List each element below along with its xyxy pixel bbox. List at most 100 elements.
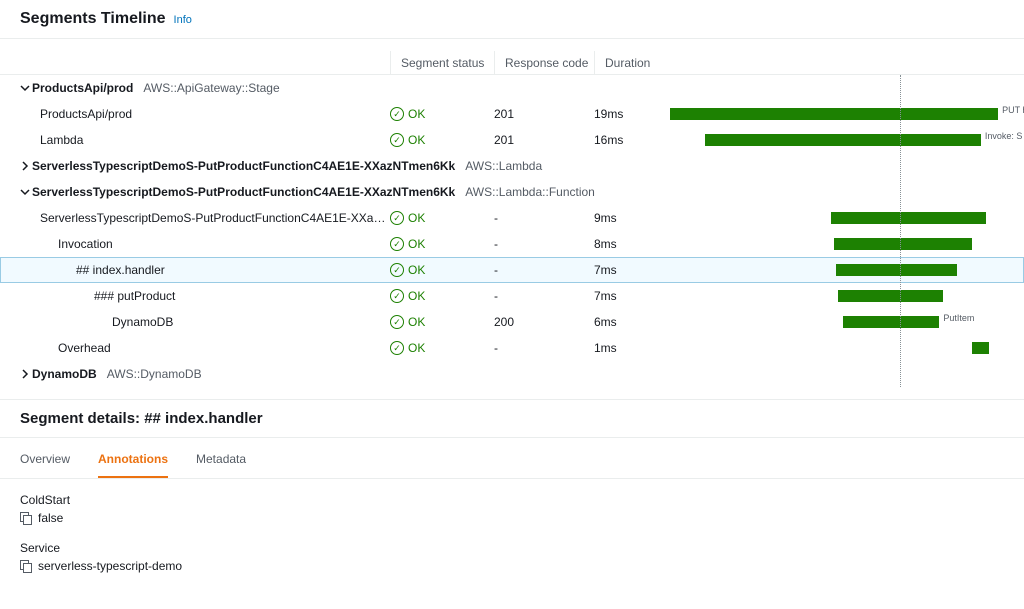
segment-group[interactable]: ServerlessTypescriptDemoS-PutProductFunc… [0, 179, 1024, 205]
status-ok-icon [390, 341, 404, 355]
segment-status: OK [390, 133, 494, 147]
segment-status: OK [390, 341, 494, 355]
segment-bar [836, 264, 957, 276]
segment-row[interactable]: ProductsApi/prodOK20119msPUT http [0, 101, 1024, 127]
segment-duration: 7ms [594, 263, 670, 277]
tab-overview[interactable]: Overview [20, 452, 70, 478]
segment-group[interactable]: ServerlessTypescriptDemoS-PutProductFunc… [0, 153, 1024, 179]
segment-response: - [494, 289, 594, 303]
segment-bar-cell [670, 205, 1024, 231]
segment-status: OK [390, 237, 494, 251]
segment-status: OK [390, 289, 494, 303]
segment-name: Invocation [0, 237, 390, 251]
segment-bar-cell [670, 283, 1024, 309]
segment-row[interactable]: LambdaOK20116ms Invoke: S [0, 127, 1024, 153]
segment-bar [843, 316, 940, 328]
segment-response: - [494, 341, 594, 355]
segment-bar-label: PUT http [1002, 105, 1024, 115]
segment-duration: 16ms [594, 133, 670, 147]
copy-icon[interactable] [20, 560, 32, 572]
page-title: Segments Timeline [20, 10, 166, 28]
segment-bar [834, 238, 972, 250]
segment-status: OK [390, 107, 494, 121]
segment-status: OK [390, 211, 494, 225]
annotation-value: serverless-typescript-demo [38, 559, 182, 573]
tab-metadata[interactable]: Metadata [196, 452, 246, 478]
col-duration: Duration [605, 56, 650, 70]
copy-icon[interactable] [20, 512, 32, 524]
segment-response: - [494, 211, 594, 225]
segment-bar-cell [670, 231, 1024, 257]
segment-name: ServerlessTypescriptDemoS-PutProductFunc… [0, 211, 390, 225]
segment-group[interactable]: DynamoDB AWS::DynamoDB [0, 361, 1024, 387]
segment-bar-label: PutItem [943, 313, 974, 323]
segment-duration: 19ms [594, 107, 670, 121]
segment-status: OK [390, 263, 494, 277]
segment-bar [972, 342, 989, 354]
segment-row[interactable]: OverheadOK-1ms [0, 335, 1024, 361]
info-link[interactable]: Info [174, 14, 192, 26]
segment-duration: 7ms [594, 289, 670, 303]
timeline-columns-header: Segment status Response code Duration 0.… [0, 51, 1024, 75]
expand-icon[interactable] [20, 369, 32, 379]
expand-icon[interactable] [20, 187, 32, 197]
segment-bar [838, 290, 943, 302]
tab-annotations[interactable]: Annotations [98, 452, 168, 478]
segment-status: OK [390, 315, 494, 329]
segment-bar [670, 108, 998, 120]
group-type: AWS::DynamoDB [107, 367, 202, 381]
group-title: ServerlessTypescriptDemoS-PutProductFunc… [32, 185, 455, 199]
segment-group[interactable]: ProductsApi/prod AWS::ApiGateway::Stage [0, 75, 1024, 101]
segment-row[interactable]: InvocationOK-8ms [0, 231, 1024, 257]
segment-name: DynamoDB [0, 315, 390, 329]
group-title: ProductsApi/prod [32, 81, 133, 95]
group-type: AWS::ApiGateway::Stage [143, 81, 279, 95]
segment-bar-label: Invoke: S [985, 131, 1023, 141]
status-ok-icon [390, 211, 404, 225]
expand-icon[interactable] [20, 161, 32, 171]
annotation-value: false [38, 511, 63, 525]
segment-duration: 6ms [594, 315, 670, 329]
annotations-body: ColdStartfalseServiceserverless-typescri… [0, 479, 1024, 609]
status-ok-icon [390, 133, 404, 147]
status-ok-icon [390, 263, 404, 277]
col-status: Segment status [401, 56, 484, 70]
annotation-value-row: false [20, 511, 1004, 525]
details-tabs: Overview Annotations Metadata [0, 438, 1024, 479]
segment-name: ProductsApi/prod [0, 107, 390, 121]
segment-duration: 1ms [594, 341, 670, 355]
segment-bar-cell: PUT http [670, 101, 1024, 127]
annotation-key: ColdStart [20, 493, 1004, 507]
segment-bar-cell: PutItem [670, 309, 1024, 335]
group-type: AWS::Lambda [465, 159, 542, 173]
segment-name: Lambda [0, 133, 390, 147]
segment-bar-cell: Invoke: S [670, 127, 1024, 153]
timeline-panel: Segment status Response code Duration 0.… [0, 39, 1024, 399]
segment-row[interactable]: ## index.handlerOK-7ms [0, 257, 1024, 283]
segment-name: ### putProduct [0, 289, 390, 303]
segment-response: 201 [494, 133, 594, 147]
segment-duration: 8ms [594, 237, 670, 251]
segment-row[interactable]: ### putProductOK-7ms [0, 283, 1024, 309]
col-response: Response code [505, 56, 588, 70]
group-type: AWS::Lambda::Function [465, 185, 595, 199]
annotation-value-row: serverless-typescript-demo [20, 559, 1004, 573]
segment-response: - [494, 237, 594, 251]
segment-name: Overhead [0, 341, 390, 355]
segment-response: 200 [494, 315, 594, 329]
expand-icon[interactable] [20, 83, 32, 93]
segment-row[interactable]: ServerlessTypescriptDemoS-PutProductFunc… [0, 205, 1024, 231]
segment-details-header: Segment details: ## index.handler [0, 399, 1024, 438]
segment-row[interactable]: DynamoDBOK2006ms PutItem [0, 309, 1024, 335]
timeline-body: ProductsApi/prodAWS::ApiGateway::StagePr… [0, 75, 1024, 387]
segment-bar-cell [670, 257, 1024, 283]
status-ok-icon [390, 107, 404, 121]
segment-bar [705, 134, 981, 146]
group-title: DynamoDB [32, 367, 97, 381]
group-title: ServerlessTypescriptDemoS-PutProductFunc… [32, 159, 455, 173]
segment-details-title: Segment details: ## index.handler [20, 410, 1004, 427]
segment-bar-cell [670, 335, 1024, 361]
segment-bar [831, 212, 986, 224]
segment-response: - [494, 263, 594, 277]
segment-name: ## index.handler [0, 263, 390, 277]
